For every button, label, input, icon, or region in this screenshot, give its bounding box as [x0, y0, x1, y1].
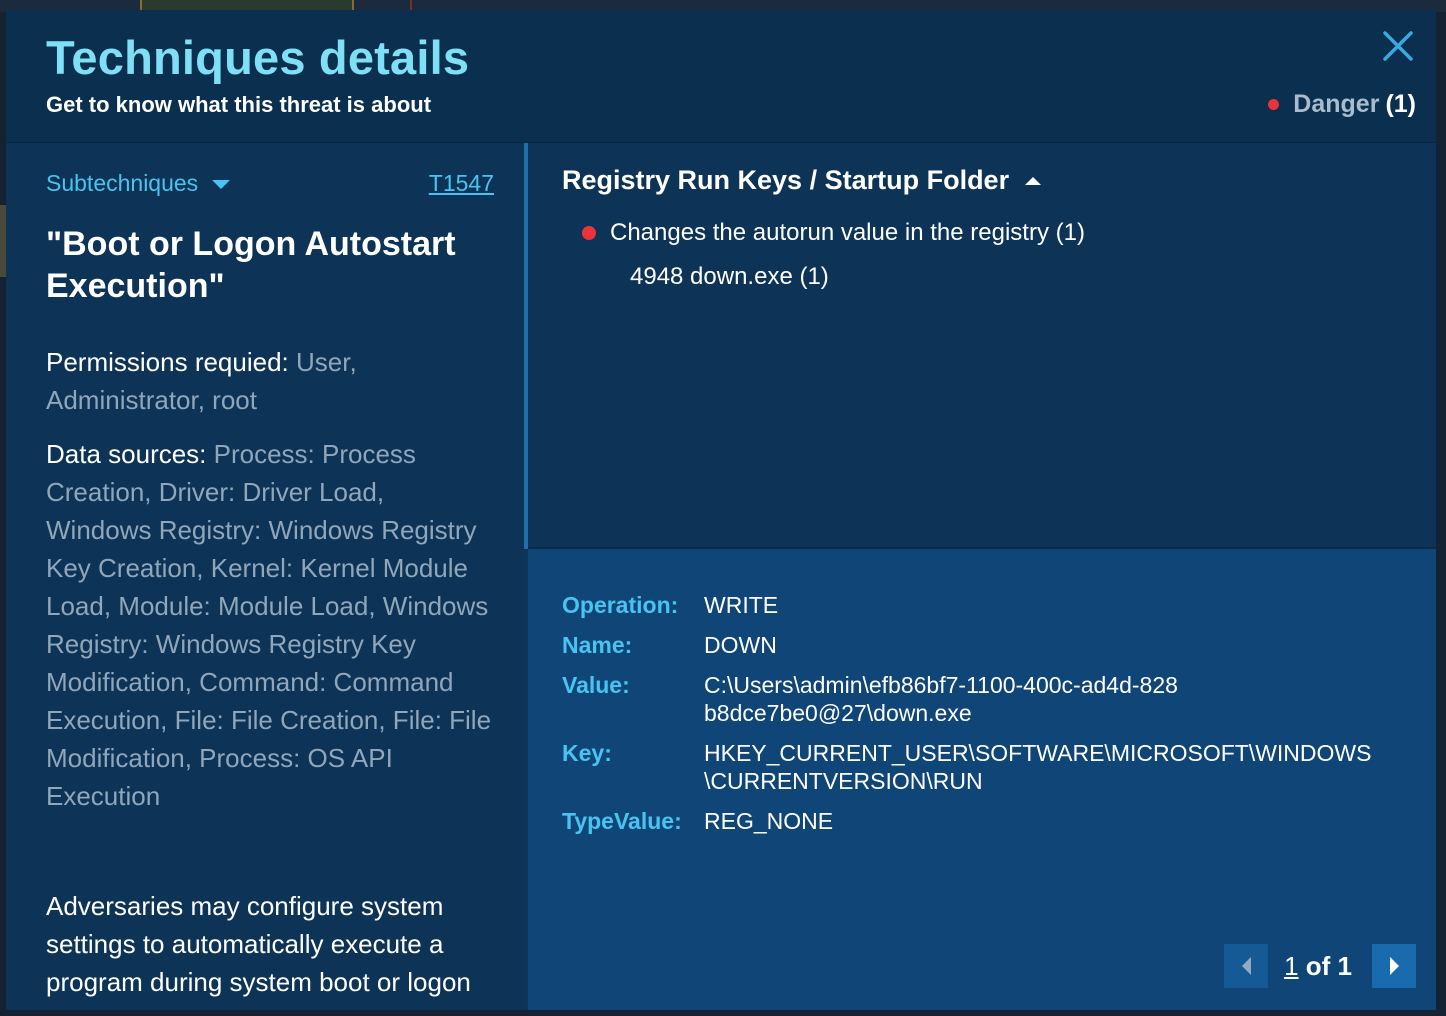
chevron-left-icon — [1241, 957, 1251, 975]
chevron-right-icon — [1389, 957, 1399, 975]
process-item[interactable]: 4948 down.exe (1) — [630, 263, 829, 291]
subtechnique-header[interactable]: Registry Run Keys / Startup Folder — [562, 165, 1042, 196]
subtechnique-events-panel: Registry Run Keys / Startup Folder Chang… — [528, 143, 1436, 547]
pagination: 1 of 1 — [1224, 944, 1416, 988]
permissions-required: Permissions requied: User, Administrator… — [46, 343, 496, 419]
technique-description: Adversaries may configure system setting… — [46, 891, 471, 1010]
detail-key-label: Operation: — [562, 592, 679, 618]
next-page-button[interactable] — [1372, 944, 1416, 988]
page-indicator: 1 of 1 — [1284, 951, 1352, 982]
permissions-label: Permissions requied: — [46, 347, 289, 377]
danger-indicator: Danger (1) — [1268, 90, 1416, 119]
modal-title: Techniques details — [46, 31, 470, 84]
detail-key-label: Value: — [562, 672, 630, 698]
detail-key-label: TypeValue: — [562, 808, 682, 834]
modal-header: Techniques details Get to know what this… — [6, 10, 1436, 143]
data-sources-label: Data sources: — [46, 439, 207, 469]
detail-value: C:\Users\admin\efb86bf7-1100-400c-ad4d-8… — [704, 672, 1178, 726]
event-label: Changes the autorun value in the registr… — [610, 219, 1085, 246]
subtechniques-row: Subtechniques T1547 — [46, 167, 494, 199]
danger-dot-icon — [582, 226, 596, 240]
event-details-panel: Operation: WRITE Name: DOWN Value: C:\Us… — [528, 549, 1436, 1010]
chevron-up-icon — [1025, 176, 1042, 185]
subtechniques-label: Subtechniques — [46, 169, 199, 196]
detail-value: WRITE — [704, 592, 779, 618]
danger-label: Danger — [1293, 90, 1380, 118]
detail-value: HKEY_CURRENT_USER\SOFTWARE\MICROSOFT\WIN… — [704, 740, 1372, 794]
detail-key-label: Key: — [562, 740, 612, 766]
page-total: of 1 — [1298, 950, 1352, 981]
close-button[interactable] — [1380, 28, 1416, 64]
previous-page-button[interactable] — [1224, 944, 1269, 988]
data-sources: Data sources: Process: Process Creation,… — [46, 435, 496, 815]
chevron-down-icon — [212, 179, 231, 189]
event-item[interactable]: Changes the autorun value in the registr… — [582, 219, 1085, 247]
close-icon — [1383, 31, 1413, 61]
technique-info-panel: Subtechniques T1547 "Boot or Logon Autos… — [6, 143, 524, 1010]
current-page[interactable]: 1 — [1284, 951, 1298, 981]
technique-name: "Boot or Logon Autostart Execution" — [46, 225, 456, 305]
modal-subtitle: Get to know what this threat is about — [46, 92, 432, 117]
detail-key-label: Name: — [562, 632, 633, 658]
danger-dot-icon — [1268, 99, 1280, 110]
techniques-details-modal: Techniques details Get to know what this… — [6, 10, 1436, 1010]
technique-id-link[interactable]: T1547 — [429, 170, 494, 197]
danger-count: (1) — [1385, 90, 1416, 118]
detail-value: REG_NONE — [704, 808, 834, 834]
data-sources-value: Process: Process Creation, Driver: Drive… — [46, 439, 492, 811]
subtechnique-title: Registry Run Keys / Startup Folder — [562, 165, 1010, 195]
subtechniques-dropdown[interactable]: Subtechniques — [46, 169, 231, 197]
detail-value: DOWN — [704, 632, 777, 658]
